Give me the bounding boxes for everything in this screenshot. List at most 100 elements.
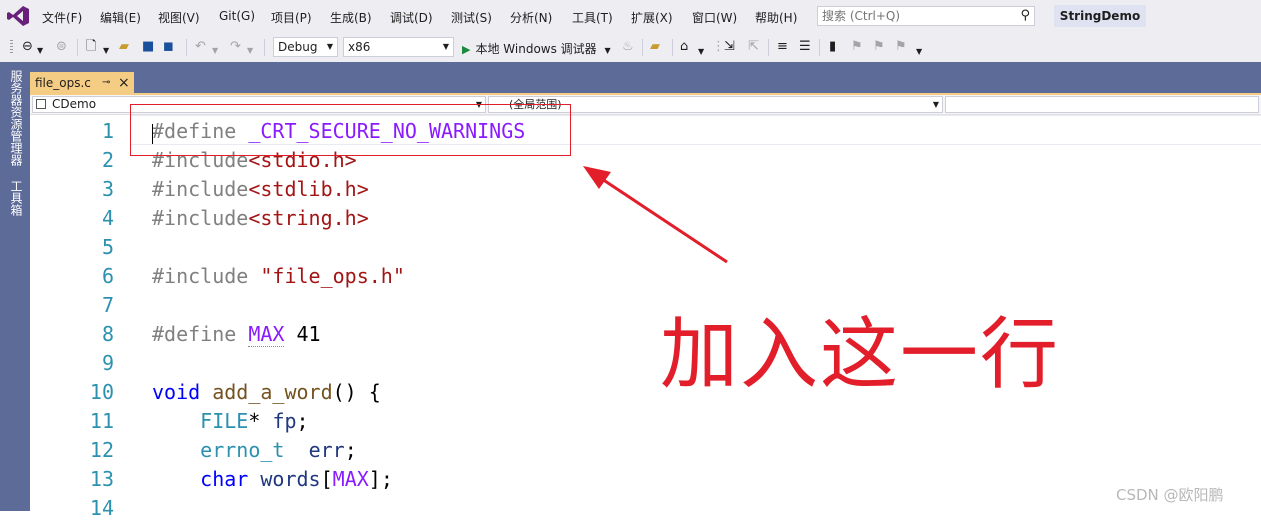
toolbar-separator: [77, 39, 78, 56]
open-folder-icon[interactable]: ▰: [119, 39, 129, 55]
clear-bookmarks-icon[interactable]: ⚑: [895, 39, 907, 55]
visual-studio-logo-icon[interactable]: [6, 5, 30, 27]
code-text[interactable]: char words[MAX];: [152, 465, 393, 494]
hot-reload-icon[interactable]: ♨: [622, 39, 634, 55]
menu-help[interactable]: 帮助(H): [755, 9, 797, 26]
member-select[interactable]: [945, 96, 1259, 113]
search-input[interactable]: [822, 9, 1007, 23]
code-line-14[interactable]: 14: [30, 494, 1261, 523]
code-text[interactable]: void add_a_word() {: [152, 378, 381, 407]
uncomment-lines-icon[interactable]: ☰: [799, 39, 811, 55]
code-line-6[interactable]: 6 #include "file_ops.h": [30, 262, 1261, 291]
menu-tools[interactable]: 工具(T): [572, 9, 613, 26]
line-number: 7: [101, 293, 114, 317]
save-all-icon[interactable]: ◼: [163, 39, 174, 55]
macro-value: 41: [296, 322, 321, 346]
punctuation: ];: [368, 467, 393, 491]
comment-lines-icon[interactable]: ≡: [777, 39, 788, 55]
macro-name: MAX: [248, 322, 285, 347]
document-tab-file-ops[interactable]: file_ops.c ⊸ ×: [30, 72, 134, 94]
code-text[interactable]: #include "file_ops.h": [152, 262, 405, 291]
code-line-13[interactable]: 13 char words[MAX];: [30, 465, 1261, 494]
toolbox-tab[interactable]: 工具箱: [8, 180, 25, 216]
find-in-files-icon[interactable]: ▰: [650, 39, 660, 55]
keyword: void: [152, 380, 201, 404]
function-name: add_a_word: [212, 380, 333, 404]
pin-icon[interactable]: ⊸: [102, 72, 110, 94]
menu-file[interactable]: 文件(F): [42, 9, 82, 26]
menu-analyze[interactable]: 分析(N): [510, 9, 552, 26]
back-dropdown-icon[interactable]: ▼: [37, 43, 43, 59]
toolbar-grip[interactable]: [10, 40, 13, 55]
code-line-11[interactable]: 11 FILE* fp;: [30, 407, 1261, 436]
start-debugging-button[interactable]: ▶ 本地 Windows 调试器 ▼: [462, 40, 611, 57]
new-project-dropdown-icon[interactable]: ▼: [103, 43, 109, 59]
line-number: 9: [101, 351, 114, 375]
identifier: err: [308, 438, 345, 462]
menu-test[interactable]: 测试(S): [451, 9, 492, 26]
line-number: 12: [89, 438, 114, 462]
identifier: words: [260, 467, 321, 491]
redo-icon[interactable]: ↷: [230, 39, 241, 55]
back-icon[interactable]: ⊖: [22, 39, 33, 55]
line-number: 11: [89, 409, 114, 433]
next-bookmark-icon[interactable]: ⚑: [873, 39, 885, 55]
toolbar-overflow-icon[interactable]: ▼: [916, 44, 922, 60]
preprocessor-directive: #include: [152, 264, 249, 288]
annotation-highlight-box: [130, 104, 571, 156]
close-icon[interactable]: ×: [118, 72, 130, 94]
chevron-down-icon: ▼: [932, 100, 939, 109]
menu-edit[interactable]: 编辑(E): [100, 9, 141, 26]
undo-icon[interactable]: ↶: [195, 39, 206, 55]
menu-extensions[interactable]: 扩展(X): [631, 9, 673, 26]
search-icon[interactable]: ⚲: [1020, 8, 1030, 23]
menu-git[interactable]: Git(G): [219, 9, 255, 23]
solution-explorer-home-icon[interactable]: ⌂: [680, 39, 688, 55]
save-icon[interactable]: ■: [142, 39, 154, 55]
code-text[interactable]: #include<string.h>: [152, 204, 369, 233]
code-line-7[interactable]: 7: [30, 291, 1261, 320]
solution-platform-select[interactable]: x86 ▼: [343, 37, 454, 57]
code-text[interactable]: errno_t err;: [152, 436, 357, 465]
document-tab-label: file_ops.c: [35, 76, 91, 90]
code-text[interactable]: #include<stdlib.h>: [152, 175, 369, 204]
forward-icon[interactable]: ⊜: [56, 39, 67, 55]
solution-configuration-select[interactable]: Debug ▼: [273, 37, 338, 57]
code-text[interactable]: #define MAX 41: [152, 320, 321, 349]
overflow-dropdown-icon[interactable]: ▼: [698, 44, 704, 60]
chevron-down-icon: ▼: [604, 46, 611, 55]
line-number: 5: [101, 235, 114, 259]
code-line-9[interactable]: 9: [30, 349, 1261, 378]
code-line-5[interactable]: 5: [30, 233, 1261, 262]
undo-dropdown-icon[interactable]: ▼: [212, 43, 218, 59]
step-over-icon[interactable]: ⇲: [724, 39, 735, 55]
solution-name-badge[interactable]: StringDemo: [1054, 5, 1146, 27]
preprocessor-directive: #define: [152, 322, 237, 346]
menu-view[interactable]: 视图(V): [158, 9, 200, 26]
code-line-4[interactable]: 4 #include<string.h>: [30, 204, 1261, 233]
previous-bookmark-icon[interactable]: ⚑: [851, 39, 863, 55]
menu-build[interactable]: 生成(B): [330, 9, 372, 26]
code-line-8[interactable]: 8 #define MAX 41: [30, 320, 1261, 349]
new-project-icon[interactable]: 🗋: [86, 39, 96, 55]
code-editor[interactable]: 1 #define _CRT_SECURE_NO_WARNINGS 2 #inc…: [30, 115, 1261, 520]
redo-dropdown-icon[interactable]: ▼: [247, 43, 253, 59]
type-name: errno_t: [200, 438, 285, 462]
toolbar-separator: [672, 39, 673, 56]
server-explorer-tab[interactable]: 服务器资源管理器: [8, 70, 25, 166]
bookmark-icon[interactable]: ▮: [829, 39, 836, 55]
toolbar-separator: [819, 39, 820, 56]
step-into-icon[interactable]: ⇱: [748, 39, 759, 55]
menu-window[interactable]: 窗口(W): [692, 9, 737, 26]
keyword: char: [200, 467, 249, 491]
project-select-value: CDemo: [52, 97, 97, 111]
punctuation: *: [248, 409, 261, 433]
menu-debug[interactable]: 调试(D): [390, 9, 433, 26]
code-line-12[interactable]: 12 errno_t err;: [30, 436, 1261, 465]
menu-project[interactable]: 项目(P): [271, 9, 312, 26]
code-line-3[interactable]: 3 #include<stdlib.h>: [30, 175, 1261, 204]
code-text[interactable]: FILE* fp;: [152, 407, 308, 436]
search-box[interactable]: ⚲: [817, 6, 1035, 26]
punctuation: ;: [344, 438, 357, 462]
code-line-10[interactable]: 10 void add_a_word() {: [30, 378, 1261, 407]
